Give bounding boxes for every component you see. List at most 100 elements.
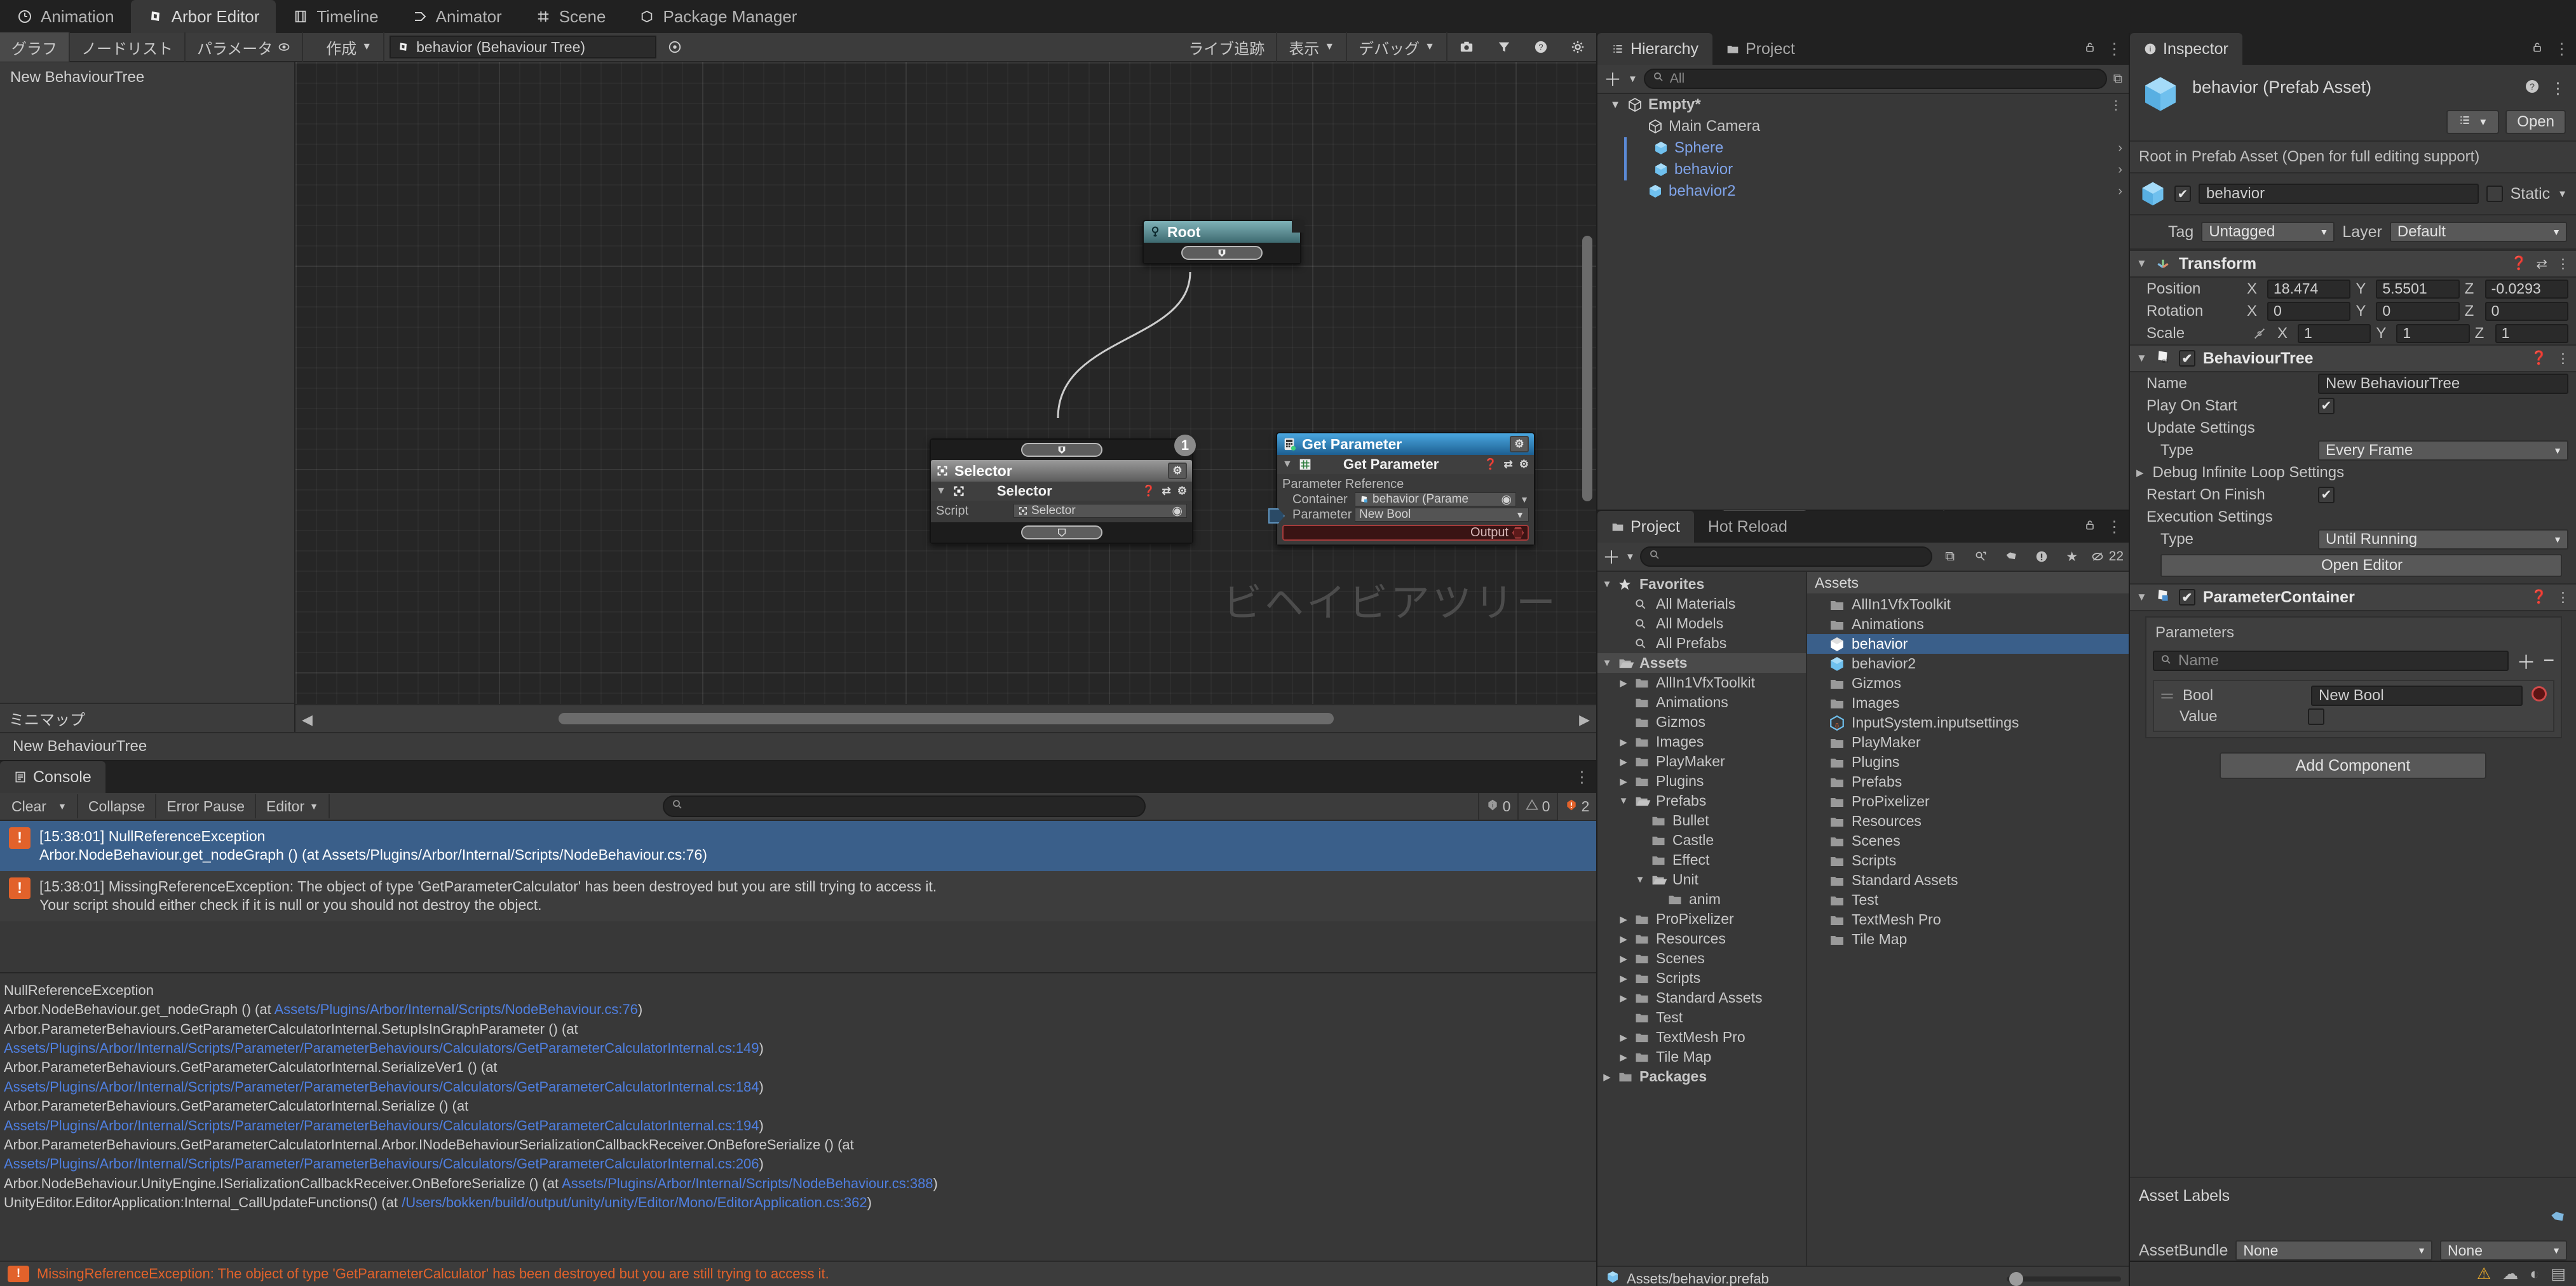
lock-icon[interactable] [2084, 40, 2096, 58]
stack-trace-line[interactable]: NullReferenceException [4, 981, 1592, 1000]
chevron-down-icon[interactable]: ▼ [936, 485, 946, 497]
arbor-graph-picker[interactable] [656, 32, 693, 62]
tab-hot-reload[interactable]: Hot Reload [1694, 511, 1801, 543]
object-picker-icon[interactable]: ◉ [1172, 504, 1183, 518]
project-tree-item-unit[interactable]: ▼Unit [1597, 870, 1806, 890]
console-entry[interactable]: ! [15:38:01] MissingReferenceException: … [0, 871, 1596, 921]
console-stack-trace[interactable]: NullReferenceExceptionArbor.NodeBehaviou… [0, 973, 1596, 1261]
chevron-down-icon[interactable]: ▼ [1520, 494, 1529, 504]
expand-toggle-icon[interactable]: ▼ [1634, 874, 1646, 885]
console-clear-button[interactable]: Clear ▼ [1, 794, 78, 818]
kebab-menu-icon[interactable]: ⋮ [2556, 590, 2570, 606]
stack-trace-line[interactable]: Assets/Plugins/Arbor/Internal/Scripts/Pa… [4, 1154, 1592, 1174]
assetbundle-variant-dropdown[interactable]: None ▼ [2440, 1240, 2567, 1261]
kebab-menu-icon[interactable]: ⋮ [2554, 39, 2570, 58]
expand-search-icon[interactable]: ⧉ [2113, 72, 2122, 86]
label-filter-icon[interactable] [1998, 546, 2024, 567]
expand-toggle-icon[interactable]: ▶ [1618, 953, 1629, 964]
project-tree-item-all-models[interactable]: All Models [1597, 614, 1806, 633]
console-panel-menu[interactable]: ⋮ [1574, 761, 1590, 793]
chevron-right-icon[interactable]: › [2118, 184, 2122, 199]
project-tree-item-all-materials[interactable]: All Materials [1597, 594, 1806, 614]
bt-restart-checkbox[interactable]: ✔ [2318, 487, 2335, 503]
project-tree-item-test[interactable]: Test [1597, 1008, 1806, 1027]
project-folder-tree[interactable]: ▼FavoritesAll MaterialsAll ModelsAll Pre… [1597, 572, 1807, 1266]
expand-search-icon[interactable]: ⧉ [1937, 546, 1963, 567]
arbor-tab-nodelist[interactable]: ノードリスト [70, 32, 186, 62]
stack-trace-line[interactable]: Assets/Plugins/Arbor/Internal/Scripts/Pa… [4, 1116, 1592, 1135]
console-entry[interactable]: ! [15:38:01] NullReferenceException Arbo… [0, 821, 1596, 871]
transform-rotation-z[interactable]: 0 [2485, 302, 2568, 321]
help-icon[interactable]: ❓ [2531, 590, 2547, 606]
chevron-down-icon[interactable]: ▼ [2136, 257, 2147, 270]
stack-trace-link[interactable]: Assets/Plugins/Arbor/Internal/Scripts/No… [275, 1001, 638, 1017]
expand-toggle-icon[interactable]: ▶ [1618, 776, 1629, 787]
expand-toggle-icon[interactable]: ▶ [1618, 756, 1629, 768]
arbor-create-menu[interactable]: 作成 ▼ [315, 32, 384, 62]
project-tree-item-bullet[interactable]: Bullet [1597, 811, 1806, 830]
project-asset-item[interactable]: behavior [1807, 634, 2129, 654]
project-tree-item-scripts[interactable]: ▶Scripts [1597, 968, 1806, 988]
stack-trace-link[interactable]: Assets/Plugins/Arbor/Internal/Scripts/Pa… [4, 1118, 759, 1134]
project-tree-item-animations[interactable]: Animations [1597, 693, 1806, 712]
console-editor-dropdown[interactable]: Editor ▼ [256, 794, 330, 818]
scroll-thumb[interactable] [559, 713, 1334, 724]
arbor-filter-button[interactable] [1486, 32, 1522, 62]
stack-trace-line[interactable]: Arbor.NodeBehaviour.get_nodeGraph () (at… [4, 1000, 1592, 1019]
stack-trace-line[interactable]: UnityEditor.EditorApplication:Internal_C… [4, 1193, 1592, 1212]
add-icon[interactable]: ＋ [1604, 66, 1622, 91]
project-asset-item[interactable]: PlayMaker [1807, 733, 2129, 752]
transform-scale-y[interactable]: 1 [2396, 324, 2469, 343]
object-picker-icon[interactable]: ◉ [1502, 492, 1512, 506]
parameter-bool-checkbox[interactable] [2308, 708, 2324, 725]
tab-inspector[interactable]: i Inspector [2130, 33, 2242, 65]
project-asset-item[interactable]: Animations [1807, 614, 2129, 634]
project-tree-item-prefabs[interactable]: ▼Prefabs [1597, 791, 1806, 811]
console-error-count[interactable]: 2 [1557, 792, 1596, 820]
tag-dropdown[interactable]: Untagged ▼ [2201, 222, 2335, 242]
transform-scale-x[interactable]: 1 [2298, 324, 2371, 343]
expand-toggle-icon[interactable]: ▶ [1618, 1032, 1629, 1043]
drag-handle-icon[interactable]: ＝ [2159, 684, 2175, 707]
expand-toggle-icon[interactable]: ▼ [1618, 795, 1629, 806]
project-tree-item-anim[interactable]: anim [1597, 890, 1806, 909]
project-asset-item[interactable]: Gizmos [1807, 673, 2129, 693]
expand-toggle-icon[interactable]: ▶ [1618, 992, 1629, 1004]
project-asset-item[interactable]: Test [1807, 890, 2129, 910]
project-search-input[interactable] [1640, 546, 1932, 567]
project-asset-item[interactable]: Standard Assets [1807, 870, 2129, 890]
lock-icon[interactable] [2084, 518, 2096, 536]
arbor-camera-button[interactable] [1447, 32, 1486, 62]
console-status-bar[interactable]: ! MissingReferenceException: The object … [0, 1261, 1596, 1286]
parameter-value-field[interactable]: New Bool [2311, 686, 2523, 706]
bt-debug-loop-row[interactable]: ▶ Debug Infinite Loop Settings [2130, 461, 2576, 484]
project-asset-item[interactable]: ProPixelizer [1807, 792, 2129, 811]
transform-scale-z[interactable]: 1 [2495, 324, 2568, 343]
arbor-live-tracking-toggle[interactable]: ライブ追跡 [1177, 32, 1277, 62]
scale-lock-icon[interactable] [2247, 327, 2272, 341]
component-header-behaviourtree[interactable]: ▼ BT ✔ BehaviourTree ❓ ⋮ [2130, 344, 2576, 372]
window-tab-animator[interactable]: Animator [395, 0, 519, 33]
lock-icon[interactable] [2531, 40, 2544, 58]
chevron-down-icon[interactable]: ▼ [309, 801, 318, 811]
add-icon[interactable]: ＋ [1603, 544, 1620, 569]
expand-toggle-icon[interactable]: ▶ [1618, 914, 1629, 925]
graph-node-get-parameter[interactable]: Get Parameter ⚙ ▼ Get Parameter [1276, 432, 1535, 546]
window-tab-package-manager[interactable]: Package Manager [622, 0, 813, 33]
project-tree-item-resources[interactable]: ▶Resources [1597, 929, 1806, 949]
kebab-menu-icon[interactable]: ⋮ [2556, 351, 2570, 367]
window-tab-timeline[interactable]: Timeline [276, 0, 395, 33]
transform-position-x[interactable]: 18.474 [2267, 280, 2350, 299]
behaviourtree-enabled-checkbox[interactable]: ✔ [2179, 350, 2195, 367]
preset-icon[interactable]: ⇄ [1504, 458, 1513, 471]
chevron-down-icon[interactable]: ▼ [1282, 459, 1292, 470]
stack-trace-line[interactable]: Arbor.ParameterBehaviours.GetParameterCa… [4, 1058, 1592, 1077]
node-output-port-row[interactable]: Output [1282, 525, 1529, 541]
kebab-menu-icon[interactable]: ⋮ [2106, 39, 2122, 58]
expand-toggle-icon[interactable]: ▶ [1601, 1071, 1613, 1083]
expand-toggle-icon[interactable]: ▶ [1618, 1052, 1629, 1063]
project-asset-item[interactable]: Scenes [1807, 831, 2129, 851]
account-icon[interactable]: ◐ [2530, 1265, 2539, 1283]
kebab-menu-icon[interactable]: ⋮ [1574, 768, 1590, 787]
project-asset-item[interactable]: {}InputSystem.inputsettings [1807, 713, 2129, 733]
